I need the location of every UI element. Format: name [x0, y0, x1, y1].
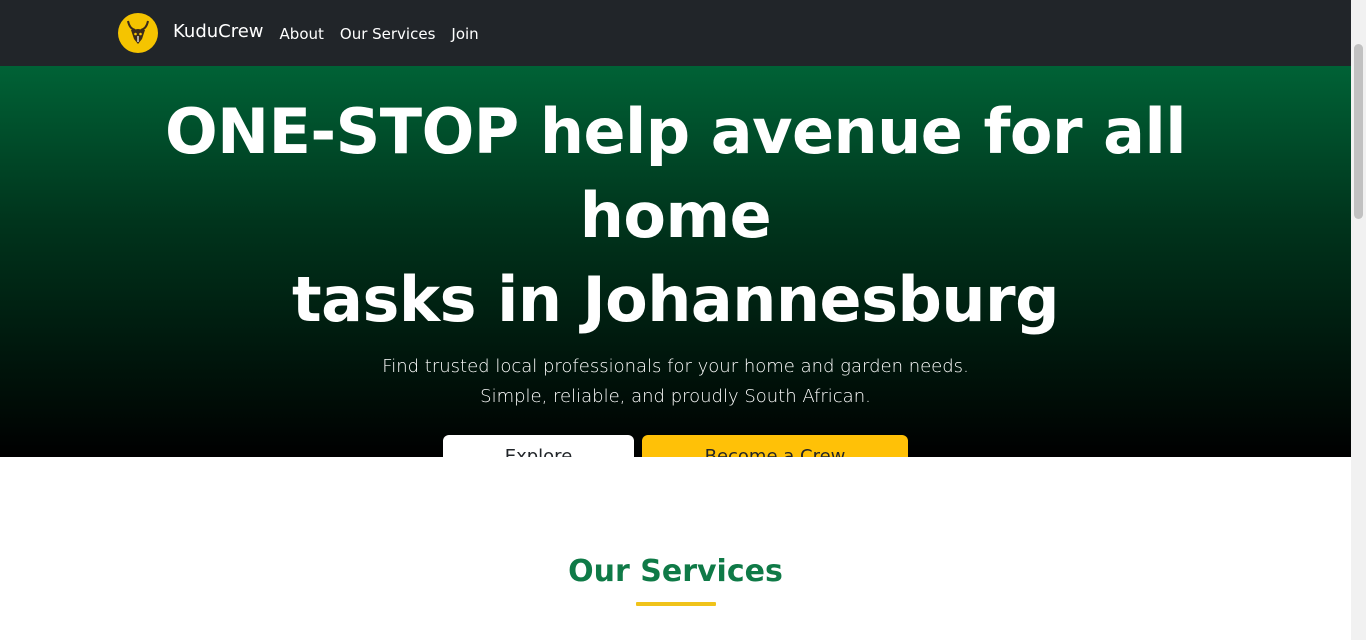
- kudu-logo-icon: [118, 13, 158, 53]
- services-title-underline: [636, 602, 716, 606]
- nav-links: About Our Services Join: [280, 24, 495, 43]
- hero-subtitle: Find trusted local professionals for you…: [382, 356, 969, 407]
- hero-title-line-2: tasks in Johannesburg: [292, 263, 1059, 336]
- hero-title: ONE-STOP help avenue for all home tasks …: [61, 66, 1291, 342]
- hero-section: ONE-STOP help avenue for all home tasks …: [0, 66, 1351, 499]
- hero-title-line-1: ONE-STOP help avenue for all home: [164, 95, 1187, 252]
- services-title: Our Services: [568, 554, 783, 589]
- page-scrollbar[interactable]: [1351, 0, 1366, 640]
- nav-link-our-services[interactable]: Our Services: [340, 24, 436, 43]
- nav-link-join[interactable]: Join: [451, 24, 478, 43]
- services-section: Our Services: [0, 457, 1351, 640]
- brand-link[interactable]: KuduCrew: [118, 13, 264, 53]
- nav-link-about[interactable]: About: [280, 24, 324, 43]
- brand-name: KuduCrew: [173, 21, 264, 42]
- scrollbar-thumb[interactable]: [1354, 44, 1363, 219]
- top-navbar: KuduCrew About Our Services Join: [0, 0, 1351, 66]
